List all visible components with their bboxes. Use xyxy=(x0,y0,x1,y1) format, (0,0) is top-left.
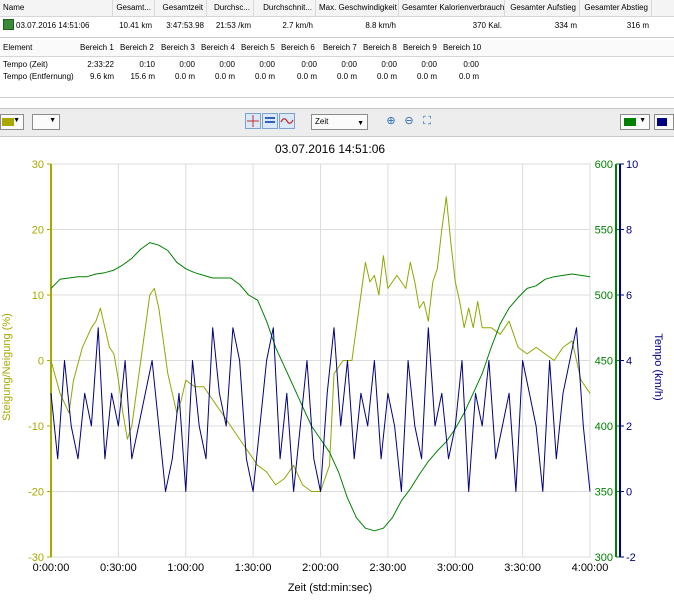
zoom-fit-icon[interactable]: ⛶ xyxy=(420,114,434,128)
col-distance[interactable]: Gesamt... xyxy=(113,0,155,16)
x-tick-label: 1:00:00 xyxy=(167,562,204,574)
wave-icon[interactable] xyxy=(279,113,295,129)
activity-name: 03.07.2016 14:51:06 xyxy=(0,18,113,33)
zones-cell: 0.0 m xyxy=(174,72,195,81)
y-right-tick-label: 2 xyxy=(626,421,632,433)
cell-ascent: 334 m xyxy=(554,21,577,30)
divider xyxy=(0,97,674,98)
zones-cell: 0.0 m xyxy=(296,72,317,81)
col-ascent[interactable]: Gesamter Aufstieg xyxy=(505,0,580,16)
bars-icon[interactable] xyxy=(262,113,278,129)
x-axis-select[interactable]: Zeit ▼ xyxy=(311,114,368,130)
cell-descent: 316 m xyxy=(626,21,649,30)
x-tick-label: 2:00:00 xyxy=(302,562,339,574)
zones-row-label: Tempo (Entfernung) xyxy=(3,72,74,81)
x-tick-label: 2:30:00 xyxy=(370,562,407,574)
chart-title: 03.07.2016 14:51:06 xyxy=(275,142,385,156)
col-avg-speed[interactable]: Durchschnit... xyxy=(254,0,316,16)
y-left-tick-label: -10 xyxy=(28,421,44,433)
col-time[interactable]: Gesamtzeit xyxy=(155,0,207,16)
cell-max-speed: 8.8 km/h xyxy=(365,21,396,30)
col-calories[interactable]: Gesamter Kalorienverbrauch xyxy=(399,0,505,16)
y-left-tick-label: 20 xyxy=(32,225,44,237)
y-mid-tick-label: 500 xyxy=(595,290,613,302)
summary-header: Name Gesamt... Gesamtzeit Durchsc... Dur… xyxy=(0,0,674,17)
zones-col-2: Bereich 2 xyxy=(120,43,154,52)
y-right-tick-label: 4 xyxy=(626,356,632,368)
y-right-tick-label: -2 xyxy=(626,552,636,564)
zones-cell: 0.0 m xyxy=(214,72,235,81)
y-right-tick-label: 8 xyxy=(626,225,632,237)
y-mid-tick-label: 350 xyxy=(595,487,613,499)
y-left-tick-label: 0 xyxy=(38,356,44,368)
chart-area[interactable]: 03.07.2016 14:51:06 Zeit (std:min:sec) S… xyxy=(0,136,674,600)
zones-col-5: Bereich 5 xyxy=(241,43,275,52)
y-left-tick-label: 10 xyxy=(32,290,44,302)
y-right-tick-label: 6 xyxy=(626,290,632,302)
zones-col-8: Bereich 8 xyxy=(363,43,397,52)
right-color-swatch-2 xyxy=(657,118,667,126)
zones-cell: 0.0 m xyxy=(336,72,357,81)
zones-cell: 15.6 m xyxy=(130,72,155,81)
col-descent[interactable]: Gesamter Abstieg xyxy=(580,0,652,16)
zones-cell: 9.6 km xyxy=(89,72,114,81)
y-mid-tick-label: 450 xyxy=(595,356,613,368)
chevron-down-icon: ▼ xyxy=(357,120,364,127)
col-pace[interactable]: Durchsc... xyxy=(207,0,254,16)
zones-cell: 0.0 m xyxy=(416,72,437,81)
zones-col-element: Element xyxy=(3,43,33,52)
right-color-picker-1[interactable]: ▼ xyxy=(620,114,650,130)
chevron-down-icon: ▼ xyxy=(639,117,646,124)
right-color-swatch-1 xyxy=(624,118,636,126)
x-tick-label: 0:30:00 xyxy=(100,562,137,574)
x-tick-label: 3:30:00 xyxy=(504,562,541,574)
zones-row-distance[interactable]: Tempo (Entfernung) 9.6 km 15.6 m 0.0 m 0… xyxy=(0,69,674,84)
y-left-tick-label: 30 xyxy=(32,159,44,171)
y-axis-right-label: Tempo (km/h) xyxy=(652,333,664,400)
zones-col-10: Bereich 10 xyxy=(443,43,482,52)
cell-pace: 21:53 /km xyxy=(215,21,251,30)
activity-icon xyxy=(3,19,14,30)
zoom-out-icon[interactable]: ⊖ xyxy=(402,114,416,128)
y-axis-left-label: Steigung/Neigung (%) xyxy=(1,313,13,421)
left-axis-select[interactable]: ▼ xyxy=(32,114,60,130)
x-tick-label: 3:00:00 xyxy=(437,562,474,574)
y-left-tick-label: -20 xyxy=(28,487,44,499)
y-mid-tick-label: 600 xyxy=(595,159,613,171)
col-name[interactable]: Name xyxy=(0,0,113,16)
divider xyxy=(0,37,674,38)
cell-distance: 10.41 km xyxy=(119,21,152,30)
chevron-down-icon: ▼ xyxy=(49,117,56,124)
cell-avg-speed: 2.7 km/h xyxy=(282,21,313,30)
y-right-tick-label: 0 xyxy=(626,487,632,499)
zoom-in-icon[interactable]: ⊕ xyxy=(384,114,398,128)
chart-toolbar: ▼ ▼ Zeit ▼ ⊕ ⊖ ⛶ ▼ xyxy=(0,108,674,137)
cell-time: 3:47:53.98 xyxy=(166,21,204,30)
right-color-picker-2[interactable] xyxy=(654,114,674,130)
col-max-speed[interactable]: Max. Geschwindigkeit xyxy=(316,0,399,16)
left-color-picker[interactable]: ▼ xyxy=(0,114,24,130)
x-axis-label: Zeit (std:min:sec) xyxy=(288,582,372,594)
y-left-tick-label: -30 xyxy=(28,552,44,564)
cell-calories: 370 Kal. xyxy=(472,21,502,30)
zones-col-3: Bereich 3 xyxy=(161,43,195,52)
x-tick-label: 1:30:00 xyxy=(235,562,272,574)
zones-col-7: Bereich 7 xyxy=(323,43,357,52)
zones-cell: 0.0 m xyxy=(458,72,479,81)
zones-cell: 0.0 m xyxy=(376,72,397,81)
y-mid-tick-label: 400 xyxy=(595,421,613,433)
zones-col-9: Bereich 9 xyxy=(403,43,437,52)
zones-cell: 0.0 m xyxy=(254,72,275,81)
y-mid-tick-label: 300 xyxy=(595,552,613,564)
zones-header: Element Bereich 1 Bereich 2 Bereich 3 Be… xyxy=(0,40,674,57)
zones-col-4: Bereich 4 xyxy=(201,43,235,52)
zones-col-6: Bereich 6 xyxy=(281,43,315,52)
cursor-cross-icon[interactable] xyxy=(245,113,261,129)
chevron-down-icon: ▼ xyxy=(13,117,20,124)
y-right-tick-label: 10 xyxy=(626,159,638,171)
zones-col-1: Bereich 1 xyxy=(80,43,114,52)
y-mid-tick-label: 550 xyxy=(595,225,613,237)
summary-row[interactable]: 03.07.2016 14:51:06 10.41 km 3:47:53.98 … xyxy=(0,18,674,33)
